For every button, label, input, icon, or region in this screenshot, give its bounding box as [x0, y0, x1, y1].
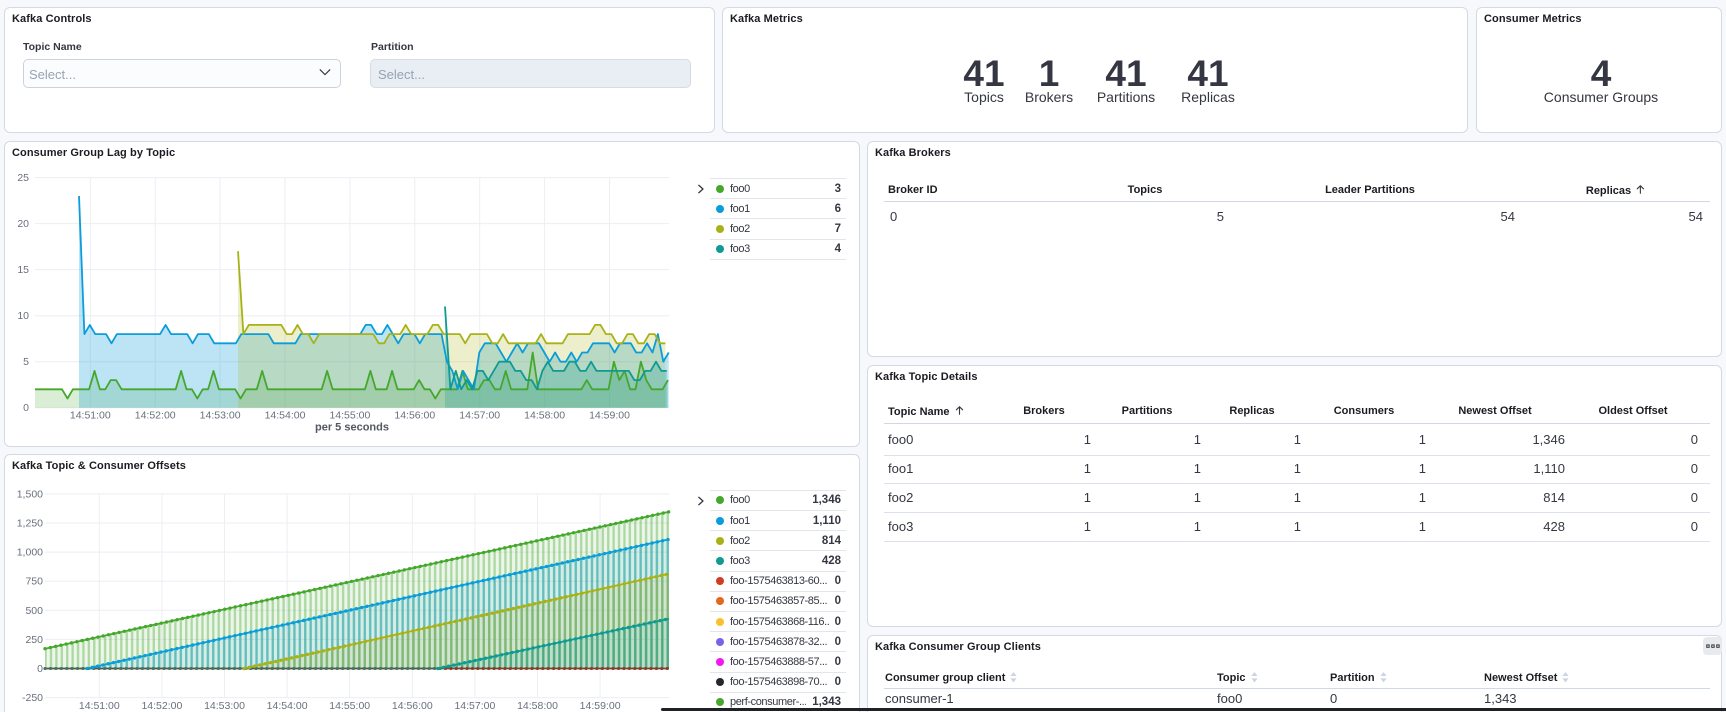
svg-text:14:56:00: 14:56:00	[394, 410, 435, 422]
svg-text:14:57:00: 14:57:00	[459, 410, 500, 422]
svg-text:per 5 seconds: per 5 seconds	[315, 422, 389, 434]
svg-text:14:54:00: 14:54:00	[267, 700, 308, 712]
svg-text:25: 25	[17, 172, 29, 184]
svg-text:14:58:00: 14:58:00	[524, 410, 565, 422]
svg-text:10: 10	[17, 310, 29, 322]
svg-text:15: 15	[17, 264, 29, 276]
svg-text:14:59:00: 14:59:00	[589, 410, 630, 422]
svg-text:0: 0	[23, 402, 29, 414]
svg-text:750: 750	[25, 576, 43, 588]
svg-text:14:57:00: 14:57:00	[454, 700, 495, 712]
svg-text:1,500: 1,500	[17, 488, 43, 500]
svg-text:5: 5	[23, 356, 29, 368]
svg-text:14:51:00: 14:51:00	[79, 700, 120, 712]
svg-text:14:51:00: 14:51:00	[70, 410, 111, 422]
svg-text:-250: -250	[22, 692, 43, 704]
svg-text:14:56:00: 14:56:00	[392, 700, 433, 712]
svg-text:14:52:00: 14:52:00	[135, 410, 176, 422]
svg-text:250: 250	[25, 634, 43, 646]
svg-text:14:58:00: 14:58:00	[517, 700, 558, 712]
svg-text:14:53:00: 14:53:00	[200, 410, 241, 422]
svg-text:500: 500	[25, 605, 43, 617]
svg-text:14:54:00: 14:54:00	[265, 410, 306, 422]
svg-text:1,000: 1,000	[17, 547, 43, 559]
svg-text:14:52:00: 14:52:00	[141, 700, 182, 712]
svg-text:20: 20	[17, 218, 29, 230]
svg-text:14:55:00: 14:55:00	[329, 410, 370, 422]
svg-text:14:55:00: 14:55:00	[329, 700, 370, 712]
svg-text:0: 0	[37, 663, 43, 675]
svg-text:1,250: 1,250	[17, 518, 43, 530]
svg-text:14:59:00: 14:59:00	[580, 700, 621, 712]
svg-text:14:53:00: 14:53:00	[204, 700, 245, 712]
